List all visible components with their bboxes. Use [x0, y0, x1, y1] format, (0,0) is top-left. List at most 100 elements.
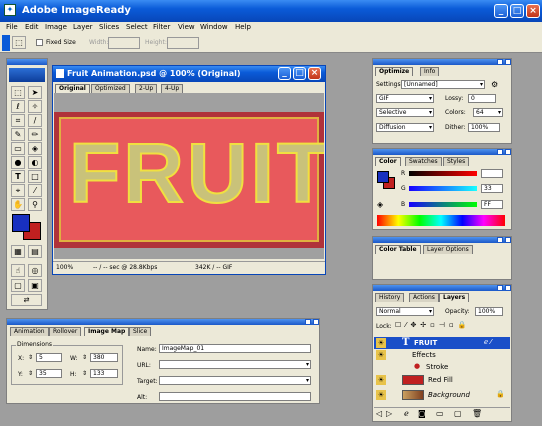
url-field[interactable]: [159, 360, 311, 369]
target-field[interactable]: [159, 376, 311, 385]
move-tool[interactable]: ➤: [28, 86, 42, 99]
effects-badge-icon[interactable]: ℯ ⁄: [484, 338, 492, 346]
tab-history[interactable]: History: [375, 293, 405, 302]
channel-b-field[interactable]: FF: [481, 200, 503, 209]
menu-filter[interactable]: Filter: [153, 23, 170, 31]
y-stepper-icon[interactable]: ⇕: [28, 370, 33, 377]
tab-slice[interactable]: Slice: [129, 327, 152, 336]
layer-row-background[interactable]: ☀ Background 🔒: [374, 388, 510, 402]
x-stepper-icon[interactable]: ⇕: [28, 354, 33, 361]
marquee-tool[interactable]: ⬚: [11, 86, 25, 99]
first-frame-icon[interactable]: ◁: [376, 409, 382, 418]
standard-screen-mode-icon[interactable]: ▢: [11, 279, 25, 292]
menu-view[interactable]: View: [178, 23, 195, 31]
play-icon[interactable]: ▷: [386, 409, 392, 418]
visibility-eye-icon[interactable]: ☀: [376, 390, 386, 400]
colors-field[interactable]: 64: [473, 108, 503, 117]
web-safe-warning-icon[interactable]: ◈: [377, 200, 383, 209]
visibility-eye-icon[interactable]: ☀: [376, 375, 386, 385]
blur-tool[interactable]: ●: [11, 156, 25, 169]
visibility-eye-icon[interactable]: ☀: [376, 338, 386, 348]
menu-select[interactable]: Select: [126, 23, 148, 31]
preview-in-browser-icon[interactable]: ◎: [28, 264, 42, 277]
color-fg-swatch[interactable]: [377, 171, 389, 183]
canvas-area[interactable]: FRUIT: [54, 93, 324, 259]
delete-layer-icon[interactable]: 🗑: [472, 409, 482, 418]
lock-icons[interactable]: ☐⁄✥✢▫⊣▫🔒: [395, 321, 470, 329]
canvas-image[interactable]: FRUIT: [54, 112, 324, 248]
channel-g-field[interactable]: 33: [481, 184, 503, 193]
menu-image[interactable]: Image: [45, 23, 67, 31]
doc-close-button[interactable]: ×: [308, 67, 321, 80]
tab-actions[interactable]: Actions: [409, 293, 439, 302]
foreground-color-swatch[interactable]: [12, 214, 30, 232]
doc-maximize-button[interactable]: □: [293, 67, 306, 80]
layer-row-effects[interactable]: ☀ Effects: [374, 349, 510, 361]
tab-info[interactable]: Info: [420, 67, 440, 76]
doc-minimize-button[interactable]: _: [278, 67, 291, 80]
tab-image-map[interactable]: Image Map: [84, 327, 130, 336]
channel-g-slider[interactable]: [409, 186, 477, 191]
optimize-menu-icon[interactable]: ⚙: [491, 80, 498, 89]
dodge-tool[interactable]: ◐: [28, 156, 42, 169]
w-field[interactable]: 380: [90, 353, 118, 362]
reduction-select[interactable]: Selective: [376, 108, 434, 117]
tab-color-table[interactable]: Color Table: [375, 245, 421, 254]
opacity-field[interactable]: 100%: [475, 307, 503, 316]
tab-swatches[interactable]: Swatches: [405, 157, 442, 166]
menu-help[interactable]: Help: [235, 23, 251, 31]
tab-layers[interactable]: Layers: [439, 293, 470, 302]
visibility-eye-icon[interactable]: ☀: [376, 350, 386, 360]
channel-r-field[interactable]: [481, 169, 503, 178]
paint-bucket-tool[interactable]: ◈: [28, 142, 42, 155]
tab-2-up[interactable]: 2-Up: [135, 84, 158, 93]
close-button[interactable]: ×: [526, 4, 540, 18]
tab-optimize[interactable]: Optimize: [375, 67, 414, 76]
tab-color[interactable]: Color: [375, 157, 401, 166]
mask-icon[interactable]: ◙: [418, 409, 426, 418]
toggle-image-map-icon[interactable]: ▤: [28, 245, 42, 258]
h-field[interactable]: 133: [90, 369, 118, 378]
tab-4-up[interactable]: 4-Up: [161, 84, 184, 93]
new-set-icon[interactable]: ▭: [436, 409, 444, 418]
rectangle-tool[interactable]: □: [28, 170, 42, 183]
crop-tool[interactable]: ⌗: [11, 114, 25, 127]
image-map-tool[interactable]: ⌖: [11, 184, 25, 197]
toggle-slices-icon[interactable]: ▦: [11, 245, 25, 258]
w-stepper-icon[interactable]: ⇕: [82, 354, 87, 361]
tab-styles[interactable]: Styles: [443, 157, 470, 166]
new-layer-icon[interactable]: ▢: [454, 409, 462, 418]
width-field[interactable]: [108, 37, 140, 49]
channel-b-slider[interactable]: [409, 202, 477, 207]
paintbrush-tool[interactable]: ✎: [11, 128, 25, 141]
tab-optimized[interactable]: Optimized: [91, 84, 130, 93]
download-time[interactable]: -- / -- sec @ 28.8Kbps: [93, 264, 157, 271]
slice-tool[interactable]: /: [28, 114, 42, 127]
height-field[interactable]: [167, 37, 199, 49]
settings-select[interactable]: [Unnamed]: [401, 80, 485, 89]
tab-animation[interactable]: Animation: [10, 327, 49, 336]
maximize-button[interactable]: □: [510, 4, 524, 18]
tab-layer-options[interactable]: Layer Options: [423, 245, 473, 254]
zoom-level[interactable]: 100%: [56, 264, 73, 271]
channel-r-slider[interactable]: [409, 171, 477, 176]
zoom-tool[interactable]: ⚲: [28, 198, 42, 211]
layer-row-fruit[interactable]: ☀ T FRUIT ℯ ⁄: [374, 337, 510, 349]
name-field[interactable]: ImageMap_01: [159, 344, 311, 353]
dither-algorithm-select[interactable]: Diffusion: [376, 123, 434, 132]
file-size[interactable]: 342K / -- GIF: [195, 264, 232, 271]
minimize-button[interactable]: _: [494, 4, 508, 18]
fixed-size-checkbox[interactable]: [36, 39, 43, 46]
menu-window[interactable]: Window: [200, 23, 228, 31]
blend-mode-select[interactable]: Normal: [376, 307, 434, 316]
tab-rollover[interactable]: Rollover: [49, 327, 82, 336]
rollover-preview-icon[interactable]: ☝: [11, 264, 25, 277]
marquee-tool-preset-icon[interactable]: ⬚: [12, 36, 26, 49]
full-screen-mode-icon[interactable]: ▣: [28, 279, 42, 292]
add-style-icon[interactable]: ℯ: [404, 409, 409, 418]
hand-tool[interactable]: ✋: [11, 198, 25, 211]
eraser-tool[interactable]: ▭: [11, 142, 25, 155]
y-field[interactable]: 35: [36, 369, 62, 378]
tab-original[interactable]: Original: [55, 84, 90, 93]
magic-wand-tool[interactable]: ✧: [28, 100, 42, 113]
